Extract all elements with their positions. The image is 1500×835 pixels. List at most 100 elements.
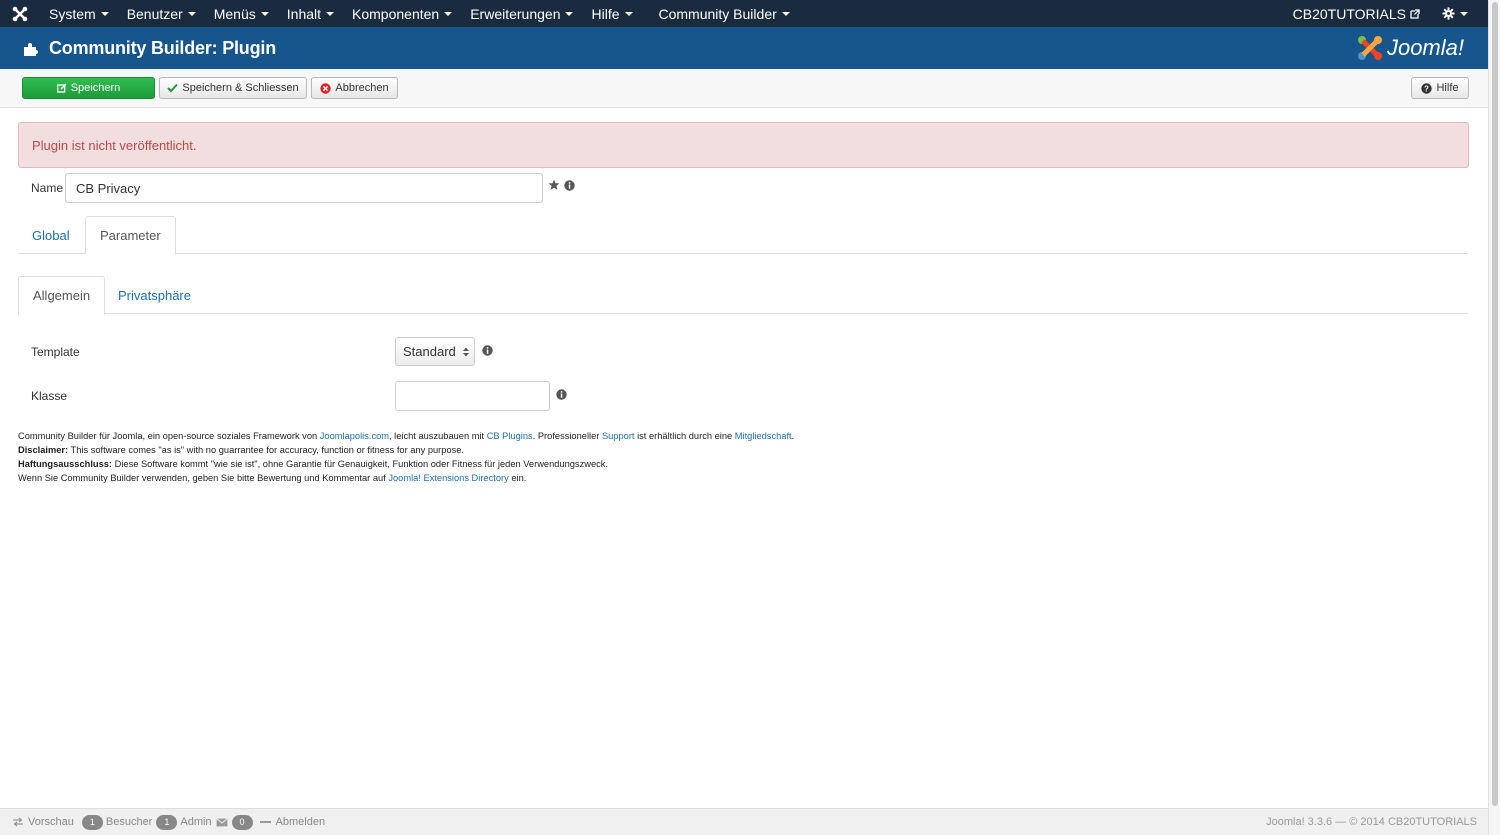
scrollbar-thumb[interactable] <box>1492 2 1498 806</box>
menu-label: Erweiterungen <box>470 5 561 22</box>
credits-text: . Professioneller <box>532 431 602 441</box>
toolbar: Speichern Speichern & Schliessen Abbrech… <box>0 69 1488 108</box>
logout-link[interactable]: Abmelden <box>259 816 326 828</box>
info-icon[interactable] <box>556 389 567 400</box>
rating-text: Wenn Sie Community Builder verwenden, ge… <box>18 473 389 483</box>
edit-icon <box>56 83 67 93</box>
checkmark-icon <box>167 83 179 93</box>
visitors-label: Besucher <box>105 816 153 828</box>
name-field[interactable] <box>65 173 543 203</box>
joomla-logo: Joomla! <box>1356 34 1464 62</box>
caret-down-icon <box>100 11 109 16</box>
version-info: Joomla! 3.3.6 — © 2014 CB20TUTORIALS <box>1266 816 1477 828</box>
minus-icon <box>259 821 271 823</box>
help-button[interactable]: ? Hilfe <box>1411 77 1469 99</box>
tab-allgemein[interactable]: Allgemein <box>18 276 106 315</box>
menu-hilfe[interactable]: Hilfe <box>582 6 641 22</box>
tab-label: Allgemein <box>33 288 91 303</box>
template-select[interactable]: Standard <box>395 337 475 366</box>
membership-link[interactable]: Mitgliedschaft <box>735 431 792 441</box>
disclaimer-line: Disclaimer: This software comes "as is" … <box>18 443 1418 457</box>
caret-down-icon <box>260 11 269 16</box>
caret-down-icon <box>187 11 196 16</box>
question-circle-icon: ? <box>1421 82 1433 94</box>
page-header: Community Builder: Plugin Joomla! <box>0 27 1488 69</box>
support-link[interactable]: Support <box>602 431 635 441</box>
save-close-button[interactable]: Speichern & Schliessen <box>159 77 307 99</box>
user-settings-menu[interactable] <box>1442 7 1488 20</box>
visitors-count-badge: 1 <box>81 814 103 830</box>
menu-benutzer[interactable]: Benutzer <box>118 6 205 22</box>
caret-down-icon <box>781 11 790 16</box>
info-icon[interactable] <box>482 345 493 356</box>
admin-status: 1 Admin <box>156 814 212 830</box>
plugin-footer-info: Community Builder für Joomla, ein open-s… <box>18 429 1418 485</box>
menu-system[interactable]: System <box>40 6 118 22</box>
gear-icon <box>1442 7 1455 20</box>
template-label: Template <box>31 345 80 359</box>
save-close-button-label: Speichern & Schliessen <box>182 82 299 94</box>
name-label: Name <box>31 181 64 195</box>
tab-parameter[interactable]: Parameter <box>85 216 176 255</box>
page-scrollbar[interactable] <box>1488 0 1500 835</box>
menu-label: Inhalt <box>286 5 322 22</box>
joomlapolis-link[interactable]: Joomlapolis.com <box>320 431 389 441</box>
cb-plugins-link[interactable]: CB Plugins <box>487 431 533 441</box>
menu-komponenten[interactable]: Komponenten <box>343 6 461 22</box>
info-icon[interactable] <box>564 180 575 191</box>
menu-label: System <box>49 5 96 22</box>
joomla-menu-icon[interactable] <box>0 6 40 22</box>
tab-global[interactable]: Global <box>18 216 84 254</box>
star-icon[interactable] <box>548 179 560 191</box>
parameter-subtabs: Allgemein Privatsphäre <box>18 276 1468 315</box>
share-icon <box>13 817 23 827</box>
menu-erweiterungen[interactable]: Erweiterungen <box>461 6 582 22</box>
jed-link[interactable]: Joomla! Extensions Directory <box>388 473 508 483</box>
menu-community-builder[interactable]: Community Builder <box>650 6 799 22</box>
joomla-logo-icon <box>1357 36 1382 60</box>
caret-down-icon <box>565 11 574 16</box>
menu-inhalt[interactable]: Inhalt <box>278 6 343 22</box>
klasse-label: Klasse <box>31 389 68 403</box>
logout-label: Abmelden <box>275 816 326 828</box>
admin-label: Admin <box>180 816 212 828</box>
cancel-button-label: Abbrechen <box>335 82 389 94</box>
caret-down-icon <box>444 11 453 16</box>
menu-label: Benutzer <box>126 5 183 22</box>
main-menu: System Benutzer Menüs Inhalt Komponenten… <box>40 6 799 22</box>
site-link-label: CB20TUTORIALS <box>1292 5 1406 22</box>
select-arrows-icon <box>463 347 469 357</box>
status-bar: Vorschau 1 Besucher 1 Admin 0 Abmelden J… <box>0 808 1488 835</box>
tab-privatsphaere[interactable]: Privatsphäre <box>104 276 205 314</box>
rating-line: Wenn Sie Community Builder verwenden, ge… <box>18 471 1418 485</box>
credits-text: , leicht auszubauen mit <box>389 431 487 441</box>
cancel-button[interactable]: Abbrechen <box>311 77 398 99</box>
credits-line: Community Builder für Joomla, ein open-s… <box>18 429 1418 443</box>
site-link[interactable]: CB20TUTORIALS <box>1293 6 1442 22</box>
top-navbar: System Benutzer Menüs Inhalt Komponenten… <box>0 0 1488 27</box>
save-button[interactable]: Speichern <box>22 77 155 99</box>
close-circle-icon <box>320 82 332 94</box>
template-select-value: Standard <box>403 344 456 359</box>
puzzle-icon <box>24 43 38 56</box>
save-button-label: Speichern <box>70 82 121 94</box>
page-title: Community Builder: Plugin <box>49 37 276 58</box>
menu-menues[interactable]: Menüs <box>205 6 278 22</box>
haftung-heading: Haftungsausschluss: <box>18 459 113 469</box>
unpublished-alert: Plugin ist nicht veröffentlicht. <box>18 122 1469 168</box>
klasse-field[interactable] <box>395 381 550 411</box>
credits-text: ist erhältlich durch eine <box>634 431 735 441</box>
external-link-icon <box>1410 8 1420 19</box>
messages-status[interactable]: 0 <box>215 814 256 830</box>
tab-label: Parameter <box>100 228 161 243</box>
haftung-line: Haftungsausschluss: Diese Software kommt… <box>18 457 1418 471</box>
joomla-logo-text: Joomla! <box>1386 35 1464 60</box>
preview-label: Vorschau <box>28 816 74 828</box>
menu-label: Community Builder <box>658 5 777 22</box>
preview-link[interactable]: Vorschau <box>12 816 74 828</box>
menu-label: Menüs <box>213 5 256 22</box>
alert-message: Plugin ist nicht veröffentlicht. <box>32 137 197 153</box>
caret-down-icon <box>326 11 335 16</box>
rating-text: ein. <box>508 473 527 483</box>
tab-label: Global <box>32 227 70 243</box>
